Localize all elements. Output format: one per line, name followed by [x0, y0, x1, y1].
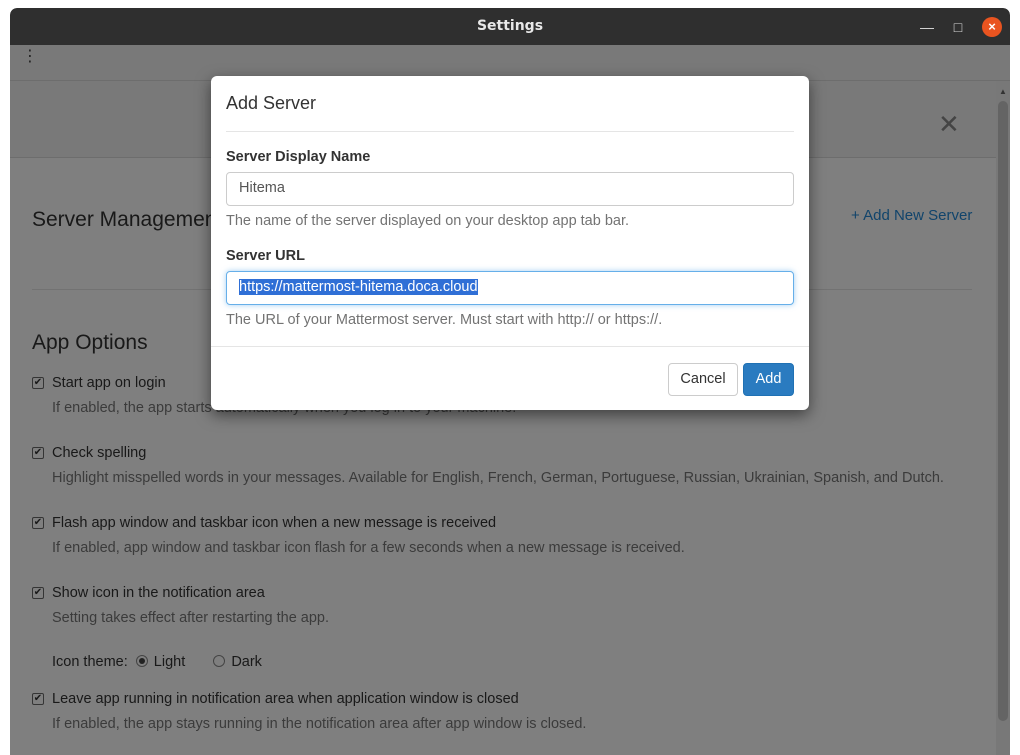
window-title: Settings [476, 18, 544, 34]
server-url-input[interactable]: https://mattermost-hitema.doca.cloud [226, 271, 794, 305]
server-url-hint: The URL of your Mattermost server. Must … [226, 312, 663, 328]
cancel-button[interactable]: Cancel [668, 363, 738, 396]
add-server-dialog: Add Server Server Display Name Hitema Th… [211, 76, 809, 410]
window-close-icon[interactable]: × [982, 17, 1002, 37]
display-name-hint: The name of the server displayed on your… [226, 213, 630, 229]
display-name-input[interactable]: Hitema [226, 172, 794, 206]
maximize-icon[interactable]: □ [948, 17, 968, 37]
minimize-icon[interactable]: — [917, 17, 937, 37]
server-url-label: Server URL [226, 248, 305, 264]
dialog-header-divider [226, 131, 794, 132]
server-url-value[interactable]: https://mattermost-hitema.doca.cloud [239, 279, 478, 295]
title-bar[interactable]: Settings — □ × [10, 8, 1010, 45]
dialog-title: Add Server [226, 93, 317, 113]
dialog-footer-divider [211, 346, 809, 347]
add-button[interactable]: Add [743, 363, 794, 396]
display-name-label: Server Display Name [226, 149, 371, 165]
